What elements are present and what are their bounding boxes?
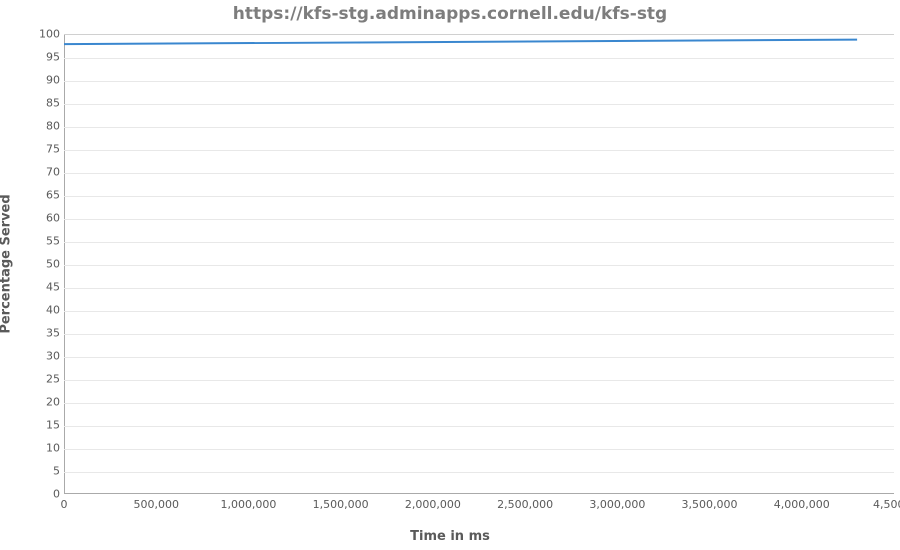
x-tick-label: 3,500,000 xyxy=(682,498,738,511)
x-tick-label: 3,000,000 xyxy=(589,498,645,511)
y-tick-label: 5 xyxy=(10,465,60,478)
gridline xyxy=(64,150,894,151)
x-tick-label: 500,000 xyxy=(133,498,179,511)
y-tick-label: 30 xyxy=(10,350,60,363)
y-tick-label: 25 xyxy=(10,373,60,386)
gridline xyxy=(64,403,894,404)
gridline xyxy=(64,357,894,358)
y-tick-label: 85 xyxy=(10,97,60,110)
y-tick-label: 55 xyxy=(10,235,60,248)
gridline xyxy=(64,472,894,473)
chart-container: https://kfs-stg.adminapps.cornell.edu/kf… xyxy=(0,0,900,550)
chart-title: https://kfs-stg.adminapps.cornell.edu/kf… xyxy=(0,4,900,24)
y-tick-label: 90 xyxy=(10,74,60,87)
x-tick-label: 1,500,000 xyxy=(313,498,369,511)
x-axis-label: Time in ms xyxy=(0,529,900,544)
gridline xyxy=(64,380,894,381)
y-tick-label: 10 xyxy=(10,442,60,455)
gridline xyxy=(64,173,894,174)
gridline xyxy=(64,196,894,197)
gridline xyxy=(64,104,894,105)
x-tick-label: 2,000,000 xyxy=(405,498,461,511)
x-tick-label: 2,500,000 xyxy=(497,498,553,511)
x-tick-label: 4,000,000 xyxy=(774,498,830,511)
gridline xyxy=(64,265,894,266)
gridline xyxy=(64,288,894,289)
y-tick-label: 60 xyxy=(10,212,60,225)
gridline xyxy=(64,449,894,450)
y-tick-label: 0 xyxy=(10,488,60,501)
x-tick-label: 0 xyxy=(61,498,68,511)
x-tick-label: 1,000,000 xyxy=(220,498,276,511)
gridline xyxy=(64,127,894,128)
gridline xyxy=(64,81,894,82)
y-tick-label: 80 xyxy=(10,120,60,133)
y-tick-label: 75 xyxy=(10,143,60,156)
x-tick-label: 4,500,0 xyxy=(873,498,900,511)
y-tick-label: 20 xyxy=(10,396,60,409)
gridline xyxy=(64,311,894,312)
gridline xyxy=(64,426,894,427)
gridline xyxy=(64,219,894,220)
y-tick-label: 95 xyxy=(10,51,60,64)
y-tick-label: 65 xyxy=(10,189,60,202)
y-tick-label: 100 xyxy=(10,28,60,41)
y-tick-label: 45 xyxy=(10,281,60,294)
y-tick-label: 15 xyxy=(10,419,60,432)
gridline xyxy=(64,58,894,59)
y-tick-label: 40 xyxy=(10,304,60,317)
y-tick-label: 35 xyxy=(10,327,60,340)
y-tick-label: 70 xyxy=(10,166,60,179)
gridline xyxy=(64,242,894,243)
y-tick-label: 50 xyxy=(10,258,60,271)
plot-area xyxy=(64,34,894,494)
gridline xyxy=(64,334,894,335)
